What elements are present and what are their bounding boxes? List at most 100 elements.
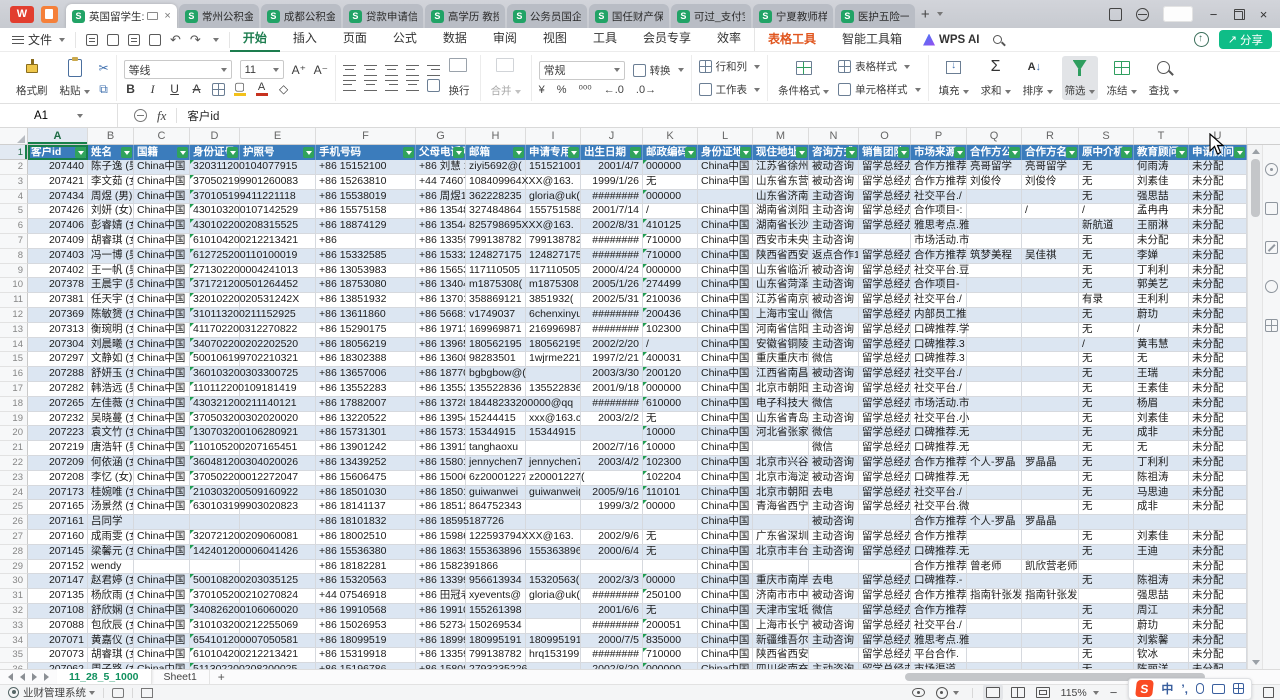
cell-D5[interactable]: 430103200107142529 [190, 204, 240, 219]
cell-D19[interactable]: 370503200302020020 [190, 412, 240, 427]
row-number-23[interactable]: 23 [0, 471, 28, 486]
cell-Q30[interactable] [967, 574, 1022, 589]
cell-B35[interactable]: 胡睿琪 (女 [88, 648, 134, 663]
cell-S23[interactable]: 无 [1079, 471, 1134, 486]
cell-M2[interactable]: 江苏省徐州 [753, 160, 809, 175]
cell-K2[interactable]: 000000 [643, 160, 698, 175]
filter-dropdown-icon[interactable] [846, 147, 857, 158]
cell-C11[interactable]: China中国 [134, 293, 190, 308]
cell-J4[interactable]: ######## [581, 190, 643, 205]
cell-G14[interactable]: +86 1396522100 [416, 338, 466, 353]
cell-C20[interactable]: China中国 [134, 426, 190, 441]
cell-R17[interactable] [1022, 382, 1079, 397]
cell-K15[interactable]: 400031 [643, 352, 698, 367]
cell-M5[interactable]: 湖南省浏阳 [753, 204, 809, 219]
merge-button[interactable]: 合并 [488, 56, 524, 100]
cell-G6[interactable]: +86 1354402198 [416, 219, 466, 234]
cell-D29[interactable] [190, 560, 240, 575]
cell-U7[interactable]: 未分配 [1189, 234, 1247, 249]
cell-D17[interactable]: 110112200109181419 [190, 382, 240, 397]
cell-Q10[interactable] [967, 278, 1022, 293]
cell-T29[interactable] [1134, 560, 1189, 575]
cell-G32[interactable]: +86 1991056868 [416, 604, 466, 619]
sogou-menu-icon[interactable] [1233, 683, 1244, 694]
header-cell-B1[interactable]: 姓名 [88, 145, 134, 160]
cell-J20[interactable] [581, 426, 643, 441]
cell-P21[interactable]: 口碑推荐.无 [911, 441, 967, 456]
input-mode-indicator[interactable]: 中 [1161, 680, 1173, 697]
filter-dropdown-icon[interactable] [954, 147, 965, 158]
cell-G13[interactable]: +86 1971300890 [416, 323, 466, 338]
row-number-8[interactable]: 8 [0, 249, 28, 264]
cell-B32[interactable]: 舒欣娴 (女 [88, 604, 134, 619]
cell-S5[interactable]: / [1079, 204, 1134, 219]
cell-Q25[interactable] [967, 500, 1022, 515]
cell-Q9[interactable] [967, 264, 1022, 279]
align-top-icon[interactable] [343, 65, 356, 76]
cell-O33[interactable]: 留学总经办 [859, 619, 911, 634]
align-middle-icon[interactable] [364, 65, 377, 76]
cell-F3[interactable]: +86 15263810 [316, 175, 416, 190]
cell-K14[interactable]: / [643, 338, 698, 353]
cell-I34[interactable]: 180995191 [526, 634, 581, 649]
cell-B24[interactable]: 桂婉唯 (女 [88, 486, 134, 501]
sheet-tab-11_28_5_1000[interactable]: 11_28_5_1000 [57, 669, 152, 684]
cell-B11[interactable]: 任天宇 (女 [88, 293, 134, 308]
cell-L32[interactable]: China中国 [698, 604, 753, 619]
column-letter-T[interactable]: T [1134, 128, 1189, 144]
header-cell-D1[interactable]: 身份证号 [190, 145, 240, 160]
cell-L31[interactable]: China中国 [698, 589, 753, 604]
cell-M14[interactable]: 安徽省铜陵 [753, 338, 809, 353]
cell-M18[interactable]: 电子科技大 [753, 397, 809, 412]
wps-logo-icon[interactable]: W [10, 6, 34, 23]
cell-P5[interactable]: 合作项目-: [911, 204, 967, 219]
cell-B22[interactable]: 何依涵 (女 [88, 456, 134, 471]
cell-O4[interactable]: 留学总经办 [859, 190, 911, 205]
header-cell-H1[interactable]: 邮箱 [466, 145, 526, 160]
cell-B27[interactable]: 成雨雯 (女 [88, 530, 134, 545]
filter-dropdown-icon[interactable] [1009, 147, 1020, 158]
cell-J23[interactable] [581, 471, 643, 486]
cell-J31[interactable]: ######## [581, 589, 643, 604]
cell-A33[interactable]: 207088 [28, 619, 88, 634]
cell-O17[interactable]: 留学总经办 [859, 382, 911, 397]
cell-A24[interactable]: 207173 [28, 486, 88, 501]
cell-U9[interactable]: 未分配 [1189, 264, 1247, 279]
row-number-13[interactable]: 13 [0, 323, 28, 338]
cut-icon[interactable]: ✂ [99, 61, 109, 75]
cell-Q4[interactable] [967, 190, 1022, 205]
cell-B12[interactable]: 陈敏赟 (女 [88, 308, 134, 323]
column-letter-U[interactable]: U [1189, 128, 1247, 144]
cell-P14[interactable]: 口碑推荐.3 [911, 338, 967, 353]
row-number-35[interactable]: 35 [0, 648, 28, 663]
cell-N11[interactable]: 被动咨询 [809, 293, 859, 308]
cell-G12[interactable]: +86 56681836 [416, 308, 466, 323]
italic-button[interactable]: I [146, 82, 160, 96]
cell-I17[interactable]: 135522836 [526, 382, 581, 397]
cell-G34[interactable]: +86 1899937166 [416, 634, 466, 649]
cell-H16[interactable]: bgbgbow@( [466, 367, 526, 382]
cell-K26[interactable] [643, 515, 698, 530]
cell-J17[interactable]: 2001/9/18 [581, 382, 643, 397]
column-letter-C[interactable]: C [134, 128, 190, 144]
strikethrough-button[interactable]: A [190, 82, 204, 96]
restore-button[interactable] [1234, 11, 1243, 20]
header-cell-J1[interactable]: 出生日期 [581, 145, 643, 160]
close-tab-icon[interactable]: × [164, 10, 170, 22]
cell-S34[interactable]: 无 [1079, 634, 1134, 649]
document-tab[interactable]: S医护五险一金.xlsx [835, 4, 915, 28]
cell-Q7[interactable] [967, 234, 1022, 249]
column-letter-P[interactable]: P [911, 128, 967, 144]
cell-T7[interactable]: 未分配 [1134, 234, 1189, 249]
cell-H13[interactable]: 169969871 [466, 323, 526, 338]
cell-O2[interactable]: 留学总经办 [859, 160, 911, 175]
cell-A4[interactable]: 207434 [28, 190, 88, 205]
row-number-32[interactable]: 32 [0, 604, 28, 619]
row-number-11[interactable]: 11 [0, 293, 28, 308]
cell-P32[interactable]: 合作方推荐 [911, 604, 967, 619]
tab-list-caret-icon[interactable] [937, 12, 943, 16]
menu-tab-页面[interactable]: 页面 [330, 27, 380, 52]
cell-A22[interactable]: 207209 [28, 456, 88, 471]
cell-F32[interactable]: +86 19910568 [316, 604, 416, 619]
cell-G25[interactable]: +86 1851229020 [416, 500, 466, 515]
